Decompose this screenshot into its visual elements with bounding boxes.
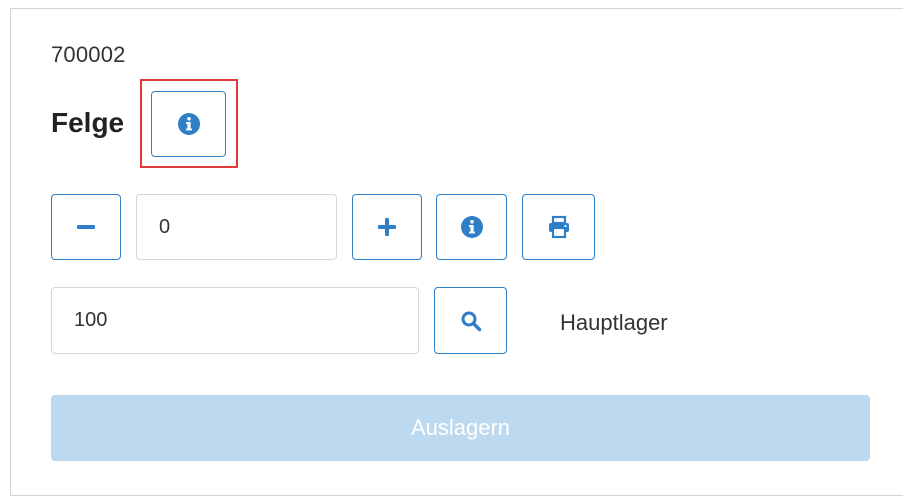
minus-icon bbox=[75, 216, 97, 238]
quantity-input[interactable] bbox=[136, 194, 337, 260]
decrement-button[interactable] bbox=[51, 194, 121, 260]
plus-icon bbox=[376, 216, 398, 238]
print-icon bbox=[547, 215, 571, 239]
auslagern-button[interactable]: Auslagern bbox=[51, 395, 870, 461]
article-number: 700002 bbox=[51, 42, 126, 67]
print-button[interactable] bbox=[522, 194, 595, 260]
quantity-info-button[interactable] bbox=[436, 194, 507, 260]
info-icon bbox=[177, 112, 201, 136]
article-info-button[interactable] bbox=[151, 91, 226, 157]
info-icon bbox=[460, 215, 484, 239]
location-search-button[interactable] bbox=[434, 287, 507, 354]
storage-location-name: Hauptlager bbox=[560, 310, 668, 335]
search-icon bbox=[460, 310, 482, 332]
storage-location-input[interactable] bbox=[51, 287, 419, 354]
article-name: Felge bbox=[51, 107, 125, 138]
increment-button[interactable] bbox=[352, 194, 422, 260]
